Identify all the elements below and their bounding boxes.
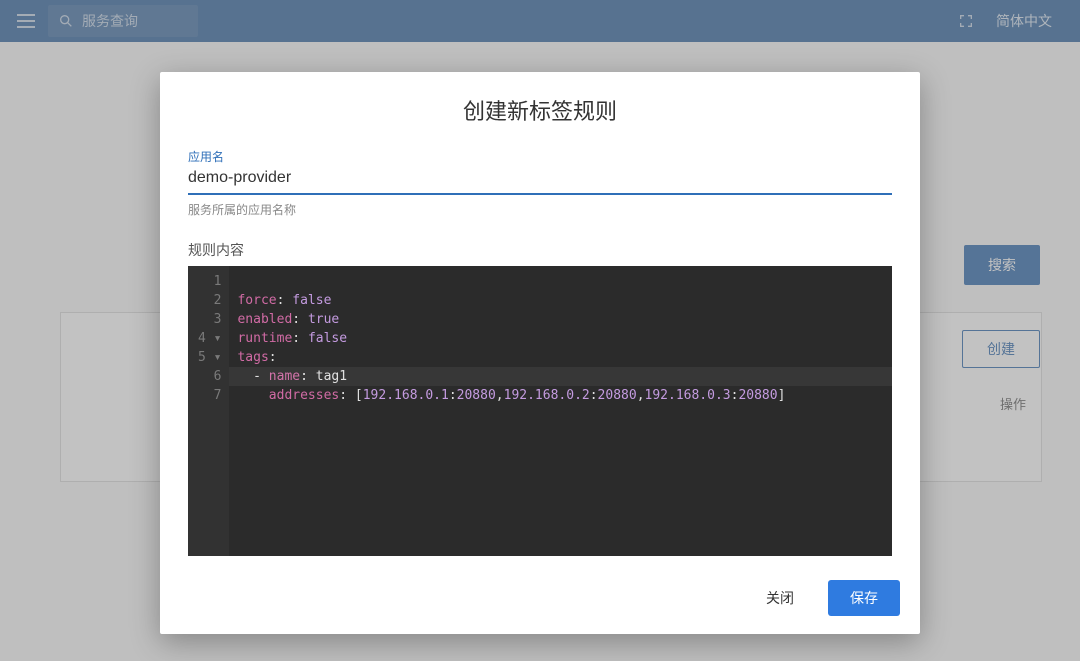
app-name-label: 应用名 xyxy=(188,148,892,165)
save-button[interactable]: 保存 xyxy=(828,580,900,616)
rule-content-label: 规则内容 xyxy=(188,240,892,260)
app-name-hint: 服务所属的应用名称 xyxy=(188,201,892,218)
code-lines[interactable]: force: false enabled: true runtime: fals… xyxy=(229,266,892,556)
modal-overlay[interactable]: 创建新标签规则 应用名 服务所属的应用名称 规则内容 1 2 3 4 ▾ 5 ▾… xyxy=(0,0,1080,661)
modal-actions: 关闭 保存 xyxy=(160,566,920,634)
close-button[interactable]: 关闭 xyxy=(744,580,816,616)
code-gutter: 1 2 3 4 ▾ 5 ▾ 6 7 xyxy=(188,266,229,556)
rule-code-editor[interactable]: 1 2 3 4 ▾ 5 ▾ 6 7 force: false enabled: … xyxy=(188,266,892,556)
modal-body: 应用名 服务所属的应用名称 规则内容 1 2 3 4 ▾ 5 ▾ 6 7 for… xyxy=(160,144,920,566)
create-tag-rule-modal: 创建新标签规则 应用名 服务所属的应用名称 规则内容 1 2 3 4 ▾ 5 ▾… xyxy=(160,72,920,634)
modal-title: 创建新标签规则 xyxy=(160,72,920,144)
app-name-input[interactable] xyxy=(188,165,892,195)
